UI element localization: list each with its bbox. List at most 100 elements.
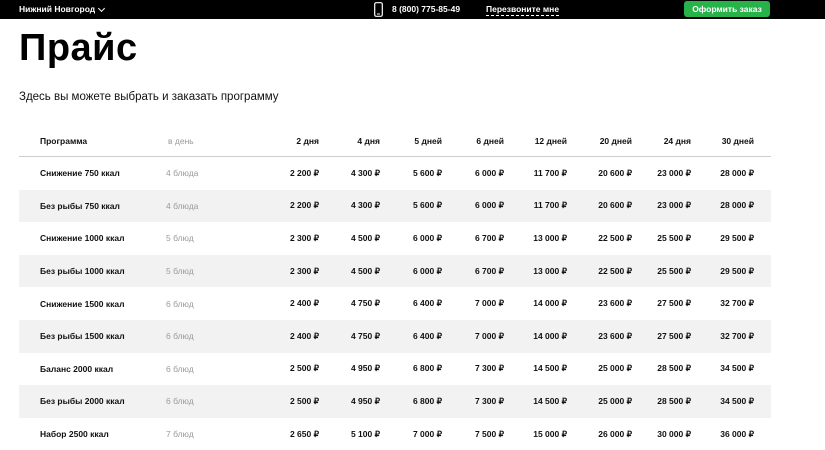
page-title: Прайс	[19, 27, 138, 69]
price-cell: 6 700 ₽	[474, 265, 504, 276]
price-cell: 32 700 ₽	[720, 298, 754, 309]
price-cell: 25 500 ₽	[657, 232, 691, 243]
price-cell: 14 500 ₽	[533, 395, 567, 406]
price-cell: 4 750 ₽	[350, 330, 380, 341]
price-cell: 6 700 ₽	[474, 232, 504, 243]
price-cell: 2 200 ₽	[289, 167, 319, 178]
price-cell: 4 500 ₽	[350, 232, 380, 243]
chevron-down-icon	[98, 4, 106, 12]
price-cell: 7 000 ₽	[474, 298, 504, 309]
price-cell: 11 700 ₽	[533, 200, 567, 211]
city-label: Нижний Новгород	[19, 4, 96, 14]
price-cell: 29 500 ₽	[720, 265, 754, 276]
price-cell: 28 500 ₽	[657, 363, 691, 374]
program-name: Без рыбы 2000 ккал	[40, 396, 125, 407]
price-cell: 7 000 ₽	[412, 428, 442, 439]
price-cell: 4 300 ₽	[350, 200, 380, 211]
phone-number[interactable]: 8 (800) 775-85-49	[392, 3, 460, 16]
dishes-per-day: 6 блюд	[166, 363, 194, 374]
price-cell: 34 500 ₽	[720, 395, 754, 406]
dishes-per-day: 6 блюд	[166, 331, 194, 342]
price-cell: 25 000 ₽	[598, 395, 632, 406]
price-cell: 28 500 ₽	[657, 395, 691, 406]
price-cell: 22 500 ₽	[598, 232, 632, 243]
price-cell: 28 000 ₽	[720, 200, 754, 211]
program-name: Снижение 1000 ккал	[40, 233, 125, 244]
column-header: 5 дней	[414, 136, 442, 146]
price-cell: 6 000 ₽	[474, 200, 504, 211]
price-cell: 30 000 ₽	[657, 428, 691, 439]
table-row: Без рыбы 1000 ккал 5 блюд 2 300 ₽ 4 500 ₽ 6 …	[19, 254, 771, 288]
price-cell: 6 800 ₽	[412, 363, 442, 374]
price-cell: 7 300 ₽	[474, 395, 504, 406]
price-cell: 15 000 ₽	[533, 428, 567, 439]
price-cell: 20 600 ₽	[598, 200, 632, 211]
price-cell: 5 600 ₽	[412, 167, 442, 178]
price-table: Программа в день 2 дня 4 дня 5 дней 6 дн…	[19, 126, 771, 450]
dishes-per-day: 7 блюд	[166, 429, 194, 440]
dishes-per-day: 5 блюд	[166, 266, 194, 277]
price-cell: 2 650 ₽	[289, 428, 319, 439]
table-row: Снижение 750 ккал 4 блюда 2 200 ₽ 4 300 ₽ 5 …	[19, 157, 771, 190]
table-row: Баланс 2000 ккал 6 блюд 2 500 ₽ 4 950 ₽ 6 80…	[19, 353, 771, 386]
price-cell: 6 400 ₽	[412, 330, 442, 341]
price-cell: 4 300 ₽	[350, 167, 380, 178]
price-cell: 2 500 ₽	[289, 395, 319, 406]
column-header: 4 дня	[357, 136, 380, 146]
price-cell: 4 500 ₽	[350, 265, 380, 276]
dishes-per-day: 4 блюда	[166, 200, 199, 211]
table-row: Без рыбы 1500 ккал 6 блюд 2 400 ₽ 4 750 ₽ 6 …	[19, 319, 771, 353]
column-header: 30 дней	[721, 136, 754, 146]
table-header: Программа в день 2 дня 4 дня 5 дней 6 дн…	[19, 126, 771, 157]
page-subtitle: Здесь вы можете выбрать и заказать прогр…	[19, 91, 279, 103]
program-name: Без рыбы 1500 ккал	[40, 331, 125, 342]
table-row: Снижение 1000 ккал 5 блюд 2 300 ₽ 4 500 ₽ 6 …	[19, 222, 771, 255]
order-button[interactable]: Оформить заказ	[684, 1, 770, 17]
table-row: Набор 2500 ккал 7 блюд 2 650 ₽ 5 100 ₽ 7 000…	[19, 418, 771, 450]
price-cell: 11 700 ₽	[533, 167, 567, 178]
program-name: Без рыбы 750 ккал	[40, 200, 120, 211]
price-cell: 25 500 ₽	[657, 265, 691, 276]
column-header: 24 дня	[663, 136, 691, 146]
price-cell: 25 000 ₽	[598, 363, 632, 374]
column-header: 12 дней	[534, 136, 567, 146]
price-cell: 2 400 ₽	[289, 298, 319, 309]
price-cell: 6 800 ₽	[412, 395, 442, 406]
table-body: Снижение 750 ккал 4 блюда 2 200 ₽ 4 300 ₽ 5 …	[19, 157, 771, 450]
price-cell: 4 750 ₽	[350, 298, 380, 309]
price-cell: 2 500 ₽	[289, 363, 319, 374]
price-cell: 23 000 ₽	[657, 200, 691, 211]
price-cell: 2 200 ₽	[289, 200, 319, 211]
callback-link[interactable]: Перезвоните мне	[486, 3, 560, 16]
dishes-per-day: 6 блюд	[166, 396, 194, 407]
column-header: в день	[168, 136, 194, 146]
price-cell: 23 600 ₽	[598, 330, 632, 341]
program-name: Снижение 750 ккал	[40, 168, 120, 179]
price-cell: 6 000 ₽	[474, 167, 504, 178]
price-cell: 27 500 ₽	[657, 330, 691, 341]
price-cell: 14 000 ₽	[533, 298, 567, 309]
price-cell: 6 000 ₽	[412, 232, 442, 243]
price-cell: 27 500 ₽	[657, 298, 691, 309]
price-cell: 7 500 ₽	[474, 428, 504, 439]
column-header: 2 дня	[296, 136, 319, 146]
price-cell: 13 000 ₽	[533, 232, 567, 243]
price-cell: 26 000 ₽	[598, 428, 632, 439]
price-cell: 13 000 ₽	[533, 265, 567, 276]
price-cell: 6 000 ₽	[412, 265, 442, 276]
price-cell: 34 500 ₽	[720, 363, 754, 374]
dishes-per-day: 4 блюда	[166, 168, 199, 179]
phone-icon	[374, 2, 383, 17]
price-cell: 29 500 ₽	[720, 232, 754, 243]
price-cell: 32 700 ₽	[720, 330, 754, 341]
price-cell: 28 000 ₽	[720, 167, 754, 178]
price-cell: 5 600 ₽	[412, 200, 442, 211]
price-cell: 14 000 ₽	[533, 330, 567, 341]
column-header: 6 дней	[476, 136, 504, 146]
program-name: Набор 2500 ккал	[40, 429, 109, 440]
city-selector[interactable]: Нижний Новгород	[19, 3, 106, 16]
price-cell: 14 500 ₽	[533, 363, 567, 374]
price-cell: 4 950 ₽	[350, 395, 380, 406]
dishes-per-day: 5 блюд	[166, 233, 194, 244]
table-row: Снижение 1500 ккал 6 блюд 2 400 ₽ 4 750 ₽ 6 …	[19, 287, 771, 320]
